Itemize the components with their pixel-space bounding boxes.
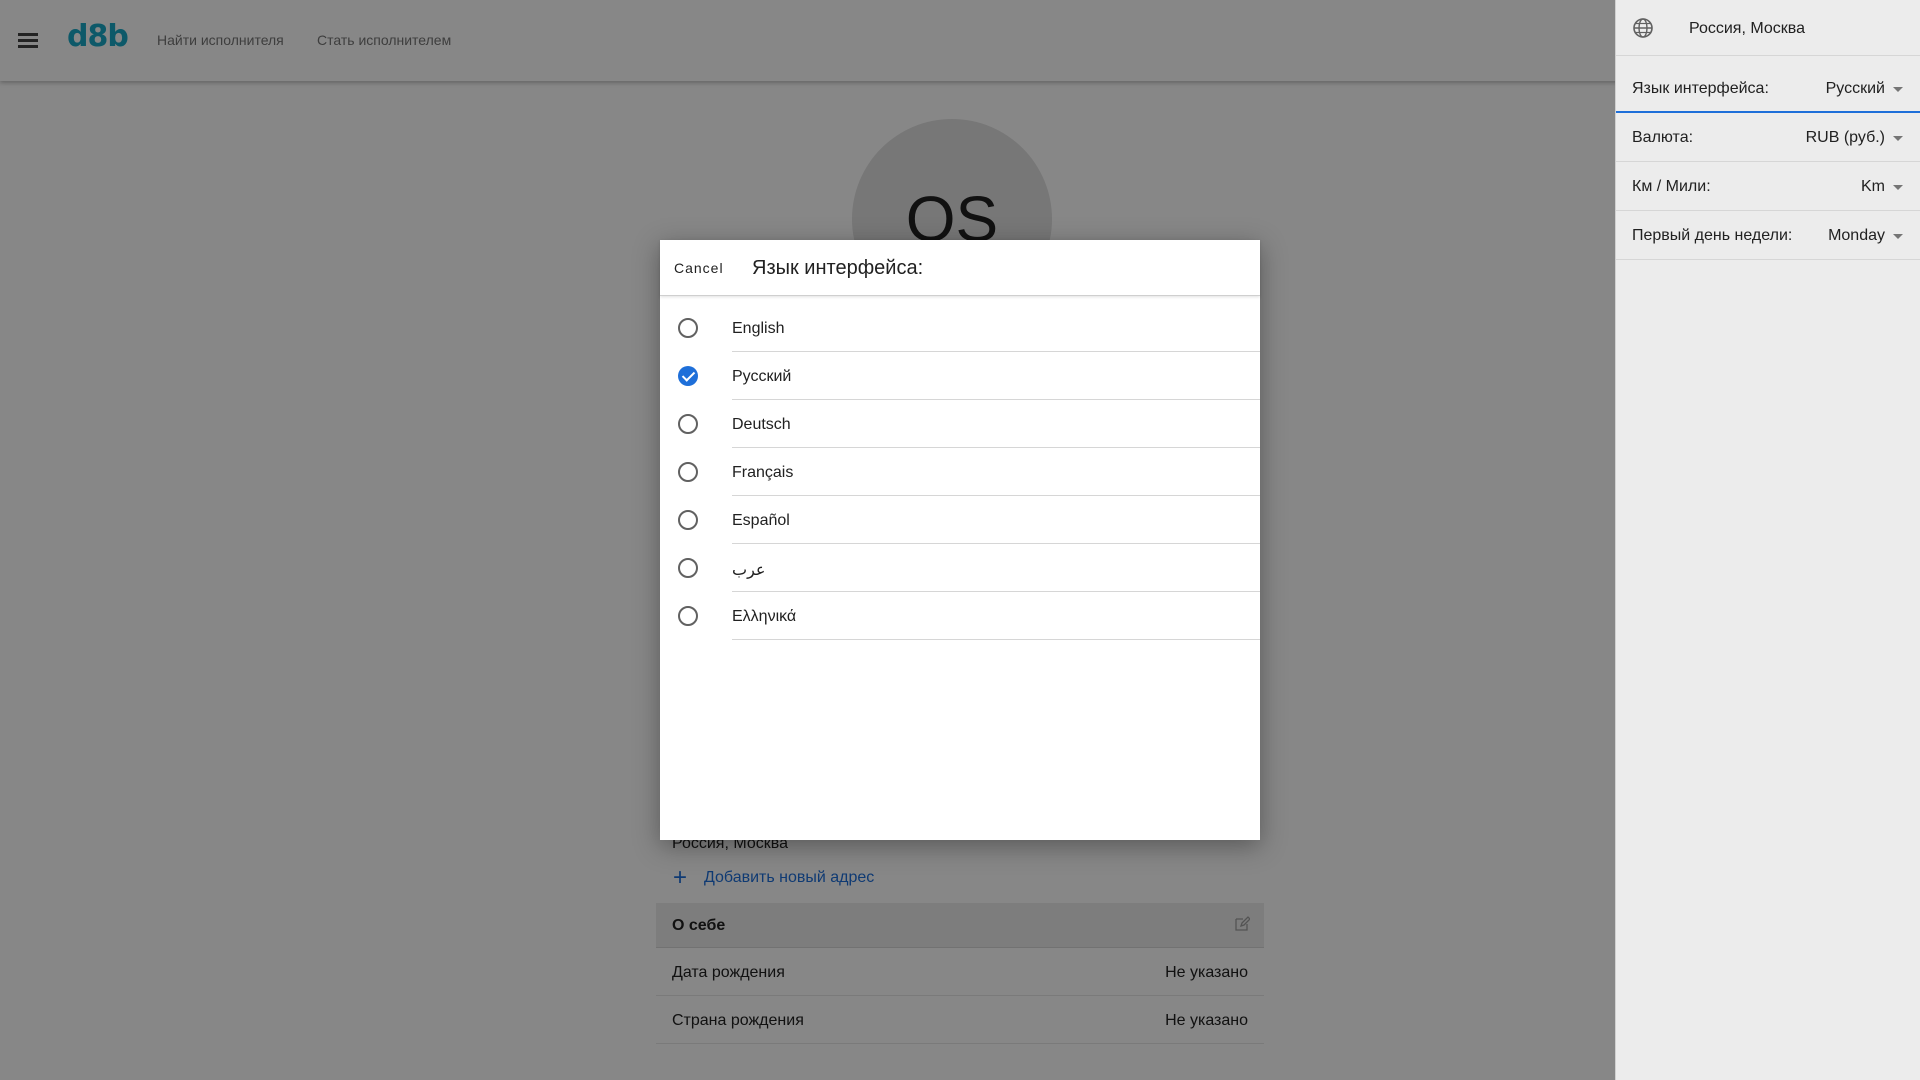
language-option-arabic[interactable]: عرب (660, 544, 1260, 592)
radio-icon[interactable] (678, 558, 698, 578)
radio-icon[interactable] (678, 510, 698, 530)
globe-icon (1633, 18, 1653, 38)
language-option-french[interactable]: Français (660, 448, 1260, 496)
setting-label: Язык интерфейса: (1632, 80, 1769, 97)
language-label: عرب (732, 562, 766, 579)
setting-value: RUB (руб.) (1805, 129, 1885, 146)
setting-first-day-of-week[interactable]: Первый день недели: Monday (1616, 211, 1920, 260)
language-label: Ελληνικά (732, 608, 797, 625)
language-option-russian[interactable]: Русский (660, 352, 1260, 400)
setting-value: Km (1861, 178, 1885, 195)
settings-panel: Россия, Москва Язык интерфейса: Русский … (1615, 0, 1920, 1080)
language-option-greek[interactable]: Ελληνικά (660, 592, 1260, 640)
radio-icon[interactable] (678, 318, 698, 338)
language-option-german[interactable]: Deutsch (660, 400, 1260, 448)
location-row[interactable]: Россия, Москва (1616, 0, 1920, 56)
language-label: English (732, 320, 785, 337)
dialog-header: Cancel Язык интерфейса: (660, 240, 1260, 296)
language-option-english[interactable]: English (660, 304, 1260, 352)
radio-checked-icon[interactable] (678, 366, 698, 386)
language-label: Deutsch (732, 416, 791, 433)
language-dialog: Cancel Язык интерфейса: English Русский … (660, 240, 1260, 840)
chevron-down-icon (1893, 185, 1903, 190)
dialog-title: Язык интерфейса: (752, 257, 924, 279)
setting-value: Monday (1828, 227, 1885, 244)
chevron-down-icon (1893, 136, 1903, 141)
setting-distance-units[interactable]: Км / Мили: Km (1616, 162, 1920, 211)
radio-icon[interactable] (678, 414, 698, 434)
location-label: Россия, Москва (1689, 20, 1805, 37)
setting-currency[interactable]: Валюта: RUB (руб.) (1616, 113, 1920, 162)
language-option-spanish[interactable]: Español (660, 496, 1260, 544)
setting-label: Км / Мили: (1632, 178, 1711, 195)
divider (732, 639, 1260, 640)
radio-icon[interactable] (678, 606, 698, 626)
setting-label: Первый день недели: (1632, 227, 1793, 244)
setting-label: Валюта: (1632, 129, 1694, 146)
setting-interface-language[interactable]: Язык интерфейса: Русский (1616, 64, 1920, 113)
chevron-down-icon (1893, 234, 1903, 239)
chevron-down-icon (1893, 87, 1903, 92)
radio-icon[interactable] (678, 462, 698, 482)
cancel-button[interactable]: Cancel (674, 260, 724, 276)
language-label: Español (732, 512, 790, 529)
setting-value: Русский (1825, 80, 1885, 97)
language-label: Français (732, 464, 794, 481)
language-label: Русский (732, 368, 792, 385)
